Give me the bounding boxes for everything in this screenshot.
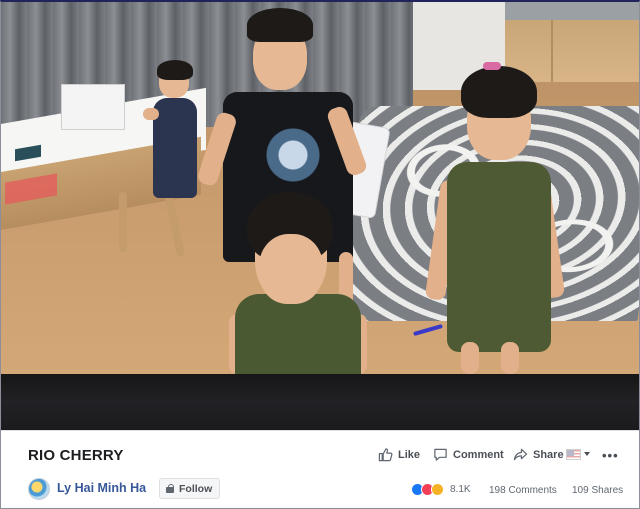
video-letterbox <box>1 374 639 430</box>
wooden-cabinet <box>505 2 639 82</box>
video-title: RIO CHERRY <box>28 447 124 464</box>
more-options-button[interactable]: ••• <box>602 448 619 463</box>
follow-label: Follow <box>179 482 213 495</box>
video-info-bar: RIO CHERRY Ly Hai Minh Ha Follow Like Co… <box>1 430 639 508</box>
comment-label: Comment <box>453 448 504 461</box>
like-label: Like <box>398 448 421 461</box>
language-flag-icon[interactable] <box>566 449 581 460</box>
marker-pen <box>413 323 443 337</box>
comments-count-link[interactable]: 198 Comments <box>489 485 557 496</box>
share-arrow-icon <box>513 448 528 461</box>
follow-button[interactable]: Follow <box>159 478 221 499</box>
table-leg <box>119 192 127 252</box>
reaction-count: 8.1K <box>450 484 471 495</box>
video-frame <box>1 2 639 374</box>
chevron-down-icon[interactable] <box>584 452 590 456</box>
author-name-link[interactable]: Ly Hai Minh Ha <box>57 481 146 495</box>
shares-count-link[interactable]: 109 Shares <box>572 485 623 496</box>
thumbs-up-icon <box>378 448 393 462</box>
share-label: Share <box>533 448 564 461</box>
haha-icon <box>431 483 444 496</box>
video-player[interactable] <box>1 2 639 430</box>
author-avatar[interactable] <box>28 478 50 500</box>
follow-icon <box>165 483 175 494</box>
comment-icon <box>434 448 447 461</box>
laptop <box>61 84 125 130</box>
reactions-summary[interactable]: 8.1K <box>411 483 471 496</box>
comment-button[interactable]: Comment <box>433 447 504 462</box>
share-button[interactable]: Share <box>513 447 564 462</box>
like-button[interactable]: Like <box>378 447 420 462</box>
